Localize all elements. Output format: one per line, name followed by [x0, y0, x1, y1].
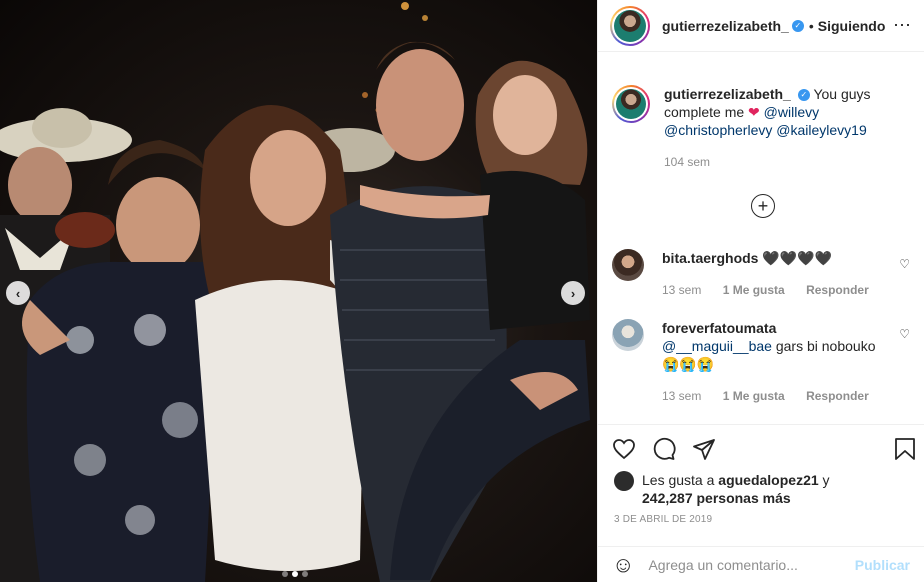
- caption-mention[interactable]: @kaileylevy19: [776, 122, 866, 138]
- likes-suffix[interactable]: personas más: [697, 490, 791, 506]
- add-comment-bar: ☺ Publicar: [598, 546, 924, 582]
- commenter-avatar[interactable]: [612, 319, 644, 351]
- post-photo[interactable]: ‹ ›: [0, 0, 597, 582]
- comment-emojis: 😭😭😭: [662, 356, 715, 372]
- photo-illustration: [0, 2, 590, 582]
- liker-username[interactable]: aguedalopez21: [718, 472, 818, 488]
- carousel-dot: [302, 571, 308, 577]
- comment-item: bita.taerghods 🖤🖤🖤🖤 13 sem 1 Me gusta Re…: [612, 249, 910, 299]
- comment-likes-count[interactable]: 1 Me gusta: [723, 283, 785, 297]
- carousel-prev-button[interactable]: ‹: [6, 281, 30, 305]
- red-heart-icon: ❤: [748, 104, 760, 120]
- save-bookmark-icon[interactable]: [894, 437, 916, 461]
- post-caption: gutierrezelizabeth_ ✓ You guys complete m…: [598, 85, 924, 171]
- commenter-avatar[interactable]: [612, 249, 644, 281]
- comment-reply-button[interactable]: Responder: [806, 283, 869, 297]
- likes-count[interactable]: 242,287: [642, 490, 693, 506]
- author-username[interactable]: gutierrezelizabeth_: [662, 18, 789, 34]
- caption-mention[interactable]: @christopherlevy: [664, 122, 772, 138]
- carousel-dot: [282, 571, 288, 577]
- comments-section: gutierrezelizabeth_ ✓ You guys complete m…: [598, 85, 924, 171]
- comment-reply-button[interactable]: Responder: [806, 389, 869, 403]
- likes-connector: y: [822, 472, 830, 488]
- post-side-panel: gutierrezelizabeth_ ✓ • Siguiendo ⋯ guti…: [597, 0, 924, 582]
- verified-badge-icon: ✓: [791, 19, 804, 32]
- like-heart-icon[interactable]: [612, 437, 636, 461]
- share-send-icon[interactable]: [692, 437, 716, 461]
- likes-summary: Les gusta a aguedalopez21 y 242,287 pers…: [614, 471, 830, 507]
- comment-input[interactable]: [648, 556, 855, 573]
- publish-comment-button[interactable]: Publicar: [855, 557, 910, 573]
- post-header: gutierrezelizabeth_ ✓ • Siguiendo ⋯: [598, 0, 924, 52]
- commenter-username[interactable]: foreverfatoumata: [662, 320, 776, 336]
- comment-likes-count[interactable]: 1 Me gusta: [723, 389, 785, 403]
- comment-text: gars bi nobouko: [775, 338, 876, 354]
- caption-timestamp[interactable]: 104 sem: [664, 153, 910, 171]
- emoji-picker-icon[interactable]: ☺: [612, 552, 634, 578]
- liker-avatar[interactable]: [614, 471, 634, 491]
- comment-like-heart-icon[interactable]: ♡: [899, 257, 910, 299]
- caption-avatar[interactable]: [612, 85, 650, 123]
- likes-prefix: Les gusta a: [642, 472, 715, 488]
- comment-text: 🖤🖤🖤🖤: [762, 250, 833, 266]
- comment-mention[interactable]: @__maguii__bae: [662, 338, 772, 354]
- comment-like-heart-icon[interactable]: ♡: [899, 327, 910, 405]
- following-button[interactable]: Siguiendo: [818, 18, 886, 34]
- post-date[interactable]: 3 DE ABRIL DE 2019: [614, 514, 712, 525]
- carousel-next-button[interactable]: ›: [561, 281, 585, 305]
- carousel-indicator: [282, 571, 308, 577]
- author-avatar[interactable]: [610, 5, 650, 46]
- comment-timestamp[interactable]: 13 sem: [662, 283, 701, 297]
- comment-bubble-icon[interactable]: [652, 437, 676, 461]
- carousel-dot-active: [292, 571, 298, 577]
- commenter-username[interactable]: bita.taerghods: [662, 250, 758, 266]
- comment-item: foreverfatoumata @__maguii__bae gars bi …: [612, 319, 910, 405]
- verified-badge-icon: ✓: [797, 89, 810, 102]
- caption-username[interactable]: gutierrezelizabeth_: [664, 86, 791, 102]
- follow-separator: •: [808, 17, 814, 34]
- comment-timestamp[interactable]: 13 sem: [662, 389, 701, 403]
- caption-mention[interactable]: @willevy: [764, 104, 819, 120]
- load-more-comments-button[interactable]: +: [751, 194, 775, 218]
- more-options-icon[interactable]: ⋯: [893, 15, 912, 36]
- post-actions-bar: [598, 424, 924, 464]
